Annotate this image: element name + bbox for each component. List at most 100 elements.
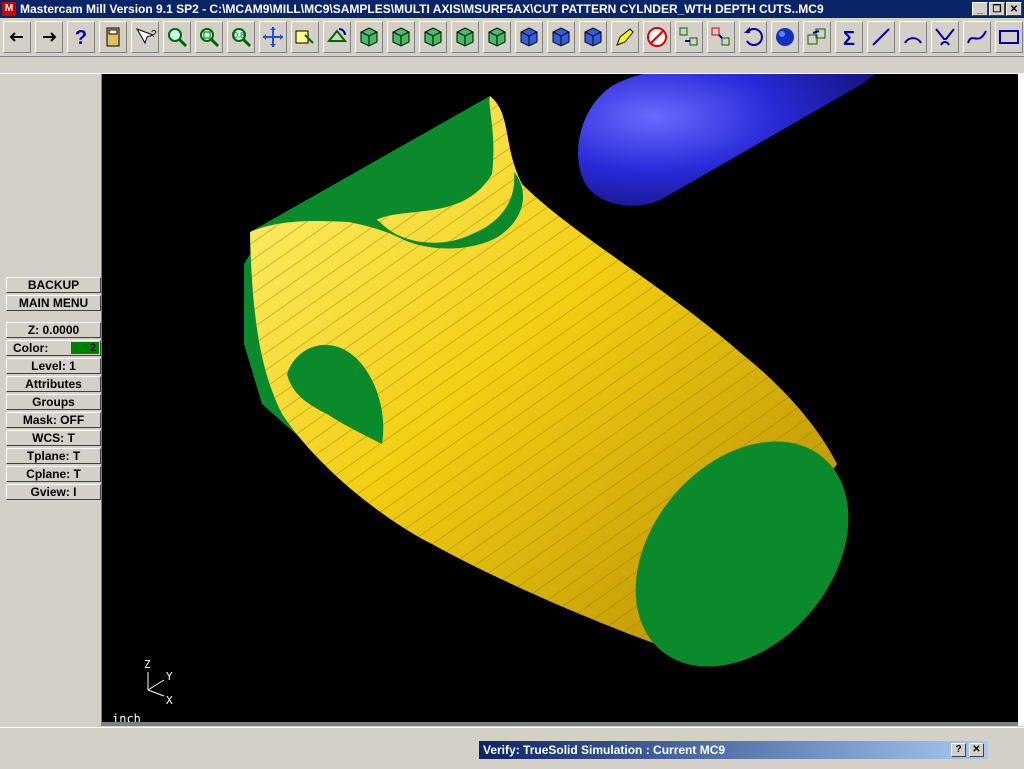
minimize-button[interactable]: _ [972, 2, 988, 16]
rotate-view-button[interactable] [323, 21, 351, 53]
no-delete-icon [647, 27, 667, 47]
pan-icon [263, 27, 283, 47]
cplane-button[interactable]: Cplane: T [6, 466, 101, 482]
graphics-viewport[interactable]: Z Y X inch [102, 74, 1018, 726]
sphere-button[interactable] [771, 21, 799, 53]
rotate-view-icon [326, 28, 348, 42]
forward-arrow-button[interactable] [35, 21, 63, 53]
viewport-bottom-border [102, 722, 1018, 726]
cutting-tool [578, 74, 876, 206]
transform-button[interactable] [803, 21, 831, 53]
calculator-icon [106, 27, 120, 47]
gview-button[interactable]: Gview: I [6, 484, 101, 500]
help-button[interactable]: ? [67, 21, 95, 53]
main-menu-panel: BACKUP MAIN MENU Z: 0.0000 Color: 2 Leve… [3, 74, 102, 726]
spline-button[interactable] [963, 21, 991, 53]
pencil-icon [616, 28, 634, 46]
color-button[interactable]: Color: 2 [6, 340, 101, 356]
back-arrow-icon [9, 32, 23, 42]
shaded-cube-button[interactable] [483, 21, 511, 53]
svg-text:?: ? [75, 27, 87, 49]
translate-icon [679, 27, 698, 46]
select-button[interactable] [291, 21, 319, 53]
pencil-button[interactable] [611, 21, 639, 53]
zoom-fit-button[interactable] [195, 21, 223, 53]
verify-simulation-render [244, 74, 876, 667]
main-menu-button[interactable]: MAIN MENU [6, 295, 101, 311]
transform-icon [807, 28, 826, 45]
color-label: Color: [13, 341, 49, 355]
fillet-icon [935, 28, 955, 46]
main-toolbar: ?? 0.8 Σ [0, 18, 1024, 57]
zoom-window-button[interactable] [163, 21, 191, 53]
help-icon: ? [75, 27, 87, 49]
line-icon [872, 28, 890, 46]
cube-blue-2-button[interactable] [547, 21, 575, 53]
axis-x-label: X [166, 694, 173, 707]
sigma-icon: Σ [843, 28, 855, 49]
backup-button[interactable]: BACKUP [6, 277, 101, 293]
calculator-button[interactable] [99, 21, 127, 53]
rectangle-button[interactable] [995, 21, 1023, 53]
arc-button[interactable] [899, 21, 927, 53]
toolbar-status-strip [0, 57, 1024, 74]
restore-button[interactable]: ❐ [989, 2, 1005, 16]
spline-icon [967, 30, 987, 44]
wcs-button[interactable]: WCS: T [6, 430, 101, 446]
cube-blue-2-icon [552, 27, 570, 47]
copy-button[interactable] [707, 21, 735, 53]
cube-blue-button[interactable] [515, 21, 543, 53]
top-view-button[interactable] [387, 21, 415, 53]
select-icon [295, 30, 314, 44]
cube-blue-3-icon [584, 27, 602, 47]
translate-button[interactable] [675, 21, 703, 53]
window-title: Mastercam Mill Version 9.1 SP2 - C:\MCAM… [20, 2, 824, 16]
whats-this-button[interactable]: ? [131, 21, 159, 53]
axis-z-label: Z [144, 658, 151, 671]
verify-title: Verify: TrueSolid Simulation : Current M… [483, 743, 726, 757]
level-button[interactable]: Level: 1 [6, 358, 101, 374]
color-swatch: 2 [71, 342, 99, 354]
arc-icon [904, 37, 922, 44]
back-arrow-button[interactable] [3, 21, 31, 53]
rectangle-icon [999, 30, 1019, 44]
zoom-scale-icon: 0.8 [232, 28, 252, 48]
axis-y-label: Y [166, 670, 173, 683]
zoom-window-icon [168, 28, 188, 48]
verify-help-button[interactable]: ? [951, 743, 966, 757]
z-depth-button[interactable]: Z: 0.0000 [6, 322, 101, 338]
shaded-cube-icon [488, 27, 506, 47]
zoom-scale-button[interactable]: 0.8 [227, 21, 255, 53]
no-delete-button[interactable] [643, 21, 671, 53]
cube-blue-3-button[interactable] [579, 21, 607, 53]
verify-close-button[interactable]: ✕ [969, 743, 984, 757]
pan-button[interactable] [259, 21, 287, 53]
undo-button[interactable] [739, 21, 767, 53]
svg-text:?: ? [151, 29, 157, 40]
close-button[interactable]: ✕ [1006, 2, 1022, 16]
title-bar: M Mastercam Mill Version 9.1 SP2 - C:\MC… [0, 0, 1024, 18]
front-view-button[interactable] [419, 21, 447, 53]
side-view-icon [456, 27, 474, 47]
verify-window-titlebar[interactable]: Verify: TrueSolid Simulation : Current M… [479, 741, 988, 759]
front-view-icon [424, 27, 442, 47]
copy-icon [711, 27, 730, 46]
tplane-button[interactable]: Tplane: T [6, 448, 101, 464]
top-view-icon [392, 27, 410, 47]
whats-this-icon: ? [135, 28, 157, 45]
svg-text:Σ: Σ [843, 28, 855, 49]
zoom-fit-icon [200, 28, 220, 48]
mastercam-app-icon[interactable]: M [2, 2, 16, 16]
mask-button[interactable]: Mask: OFF [6, 412, 101, 428]
side-view-button[interactable] [451, 21, 479, 53]
sphere-icon [776, 28, 794, 46]
sigma-button[interactable]: Σ [835, 21, 863, 53]
line-button[interactable] [867, 21, 895, 53]
attributes-button[interactable]: Attributes [6, 376, 101, 392]
groups-button[interactable]: Groups [6, 394, 101, 410]
fillet-button[interactable] [931, 21, 959, 53]
iso-view-icon [360, 27, 378, 47]
cube-blue-icon [520, 27, 538, 47]
iso-view-button[interactable] [355, 21, 383, 53]
undo-icon [744, 27, 763, 46]
